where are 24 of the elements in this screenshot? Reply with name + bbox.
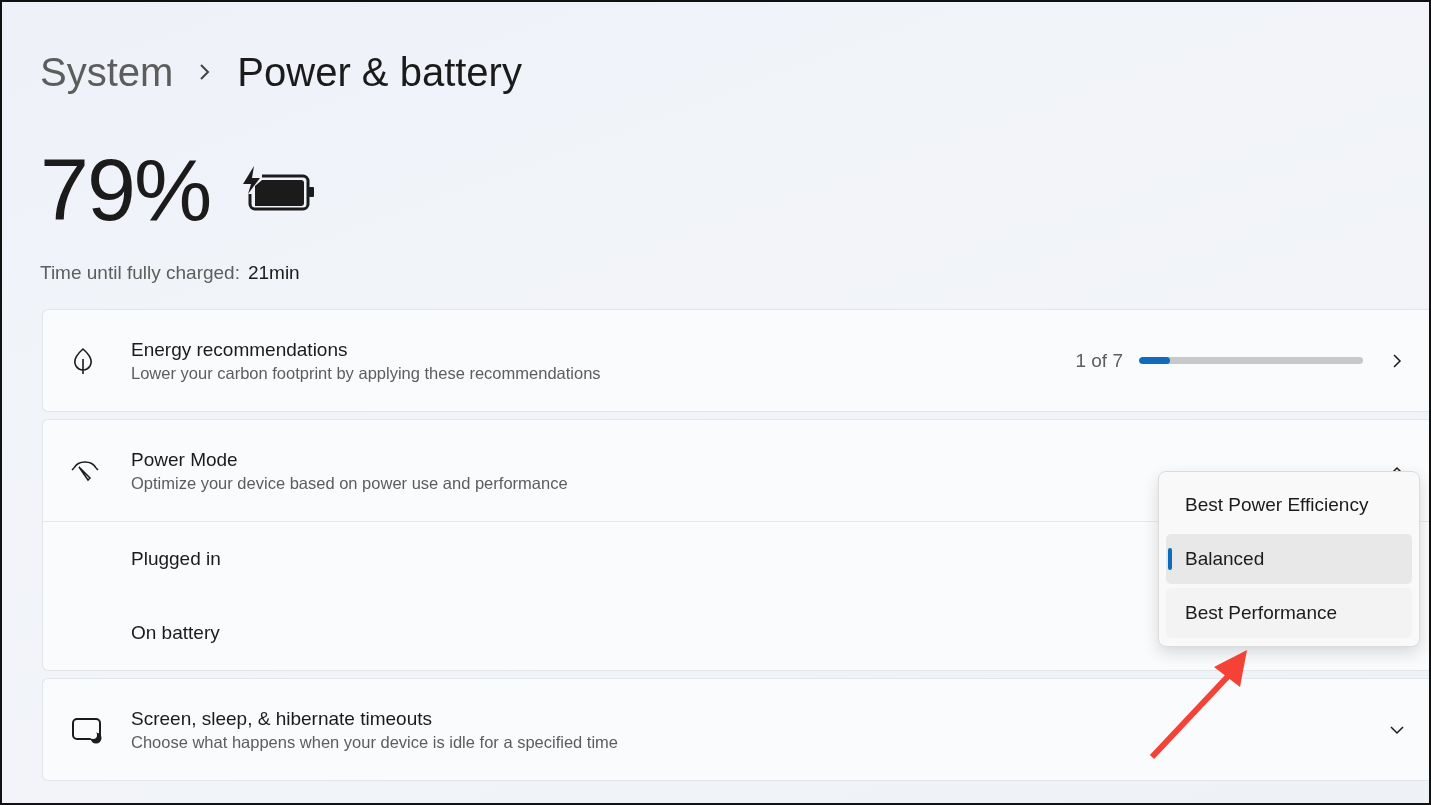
breadcrumb-link[interactable]: System (40, 49, 174, 95)
setting-label: On battery (131, 622, 220, 644)
card-description: Optimize your device based on power use and performance (131, 473, 569, 493)
gauge-icon (71, 459, 99, 482)
card-description: Lower your carbon footprint by applying these recommendations (131, 363, 602, 383)
leaf-icon (71, 346, 95, 375)
setting-label: Plugged in (131, 548, 221, 570)
charge-time-label: Time until fully charged: (40, 262, 240, 284)
screen-sleep-icon (71, 715, 103, 744)
card-title: Energy recommendations (131, 338, 349, 361)
settings-card[interactable]: Screen, sleep, & hibernate timeouts Choose what happens when your device is idle for a specified time (42, 678, 1429, 781)
page-title: Power & battery (237, 49, 522, 95)
menu-option[interactable]: Balanced (1166, 534, 1412, 584)
charge-time-value: 21min (247, 262, 300, 284)
card-title: Screen, sleep, & hibernate timeouts (131, 707, 433, 730)
settings-card[interactable]: Energy recommendations Lower your carbon footprint by applying these recommendations 1 of 7 (42, 309, 1429, 412)
card-description: Choose what happens when your device is idle for a specified time (131, 732, 620, 752)
chevron-right-icon (199, 63, 212, 81)
card-title: Power Mode (131, 448, 239, 471)
settings-card[interactable]: Power Mode Optimize your device based on power use and performance Plugged in On battery Best Power Efficiency Balanced Best Performance (42, 419, 1429, 671)
menu-option[interactable]: Best Performance (1166, 588, 1412, 638)
progress-count: 1 of 7 (1075, 349, 1123, 372)
menu-option[interactable]: Best Power Efficiency (1166, 480, 1412, 530)
battery-percentage: 79% (40, 139, 211, 241)
